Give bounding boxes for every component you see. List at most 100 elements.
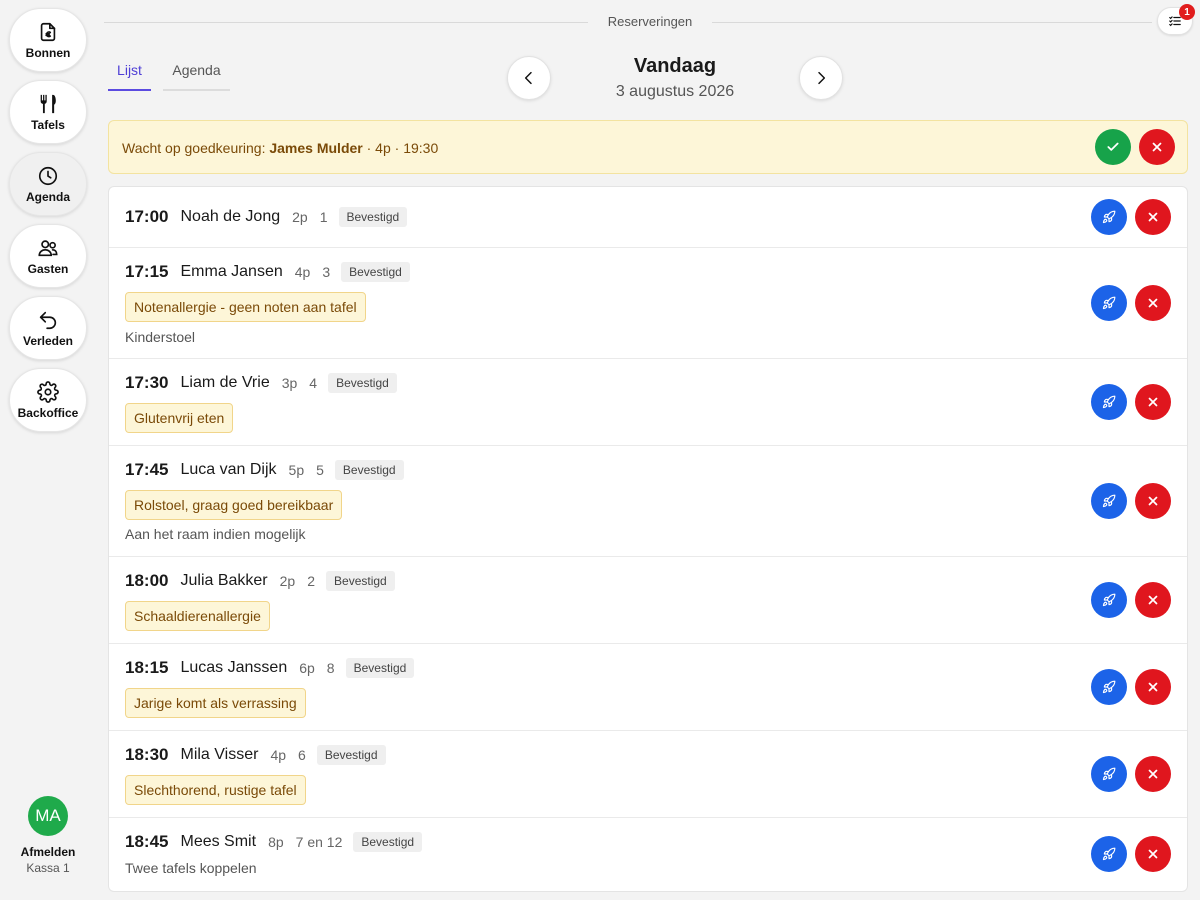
reservation-time: 18:30 [125, 745, 169, 764]
register-label: Kassa 1 [26, 861, 70, 875]
cancel-reservation-button[interactable] [1135, 285, 1171, 321]
rocket-icon [1102, 680, 1116, 694]
rocket-icon [1102, 593, 1116, 607]
party-size: 4p [270, 747, 287, 763]
seat-guest-button[interactable] [1091, 384, 1127, 420]
table-number: 7 en 12 [295, 834, 343, 850]
sidebar-item-bonnen[interactable]: Bonnen [9, 8, 87, 72]
seat-guest-button[interactable] [1091, 199, 1127, 235]
seat-guest-button[interactable] [1091, 285, 1127, 321]
cancel-reservation-button[interactable] [1135, 582, 1171, 618]
sidebar-item-label: Gasten [27, 261, 69, 276]
guest-name: Lucas Janssen [180, 659, 288, 676]
seat-guest-button[interactable] [1091, 669, 1127, 705]
rocket-icon [1102, 210, 1116, 224]
sidebar-item-label: Tafels [31, 117, 65, 132]
cancel-reservation-button[interactable] [1135, 199, 1171, 235]
reservation-main: 18:00 Julia Bakker 2p 2 Bevestigd [125, 571, 395, 591]
pending-approval-banner: Wacht op goedkeuring: James Mulder · 4p … [108, 120, 1188, 174]
pending-guest-name: James Mulder [269, 140, 363, 156]
cancel-reservation-button[interactable] [1135, 384, 1171, 420]
status-badge: Bevestigd [341, 262, 410, 282]
seat-guest-button[interactable] [1091, 483, 1127, 519]
rocket-icon [1102, 494, 1116, 508]
close-icon [1148, 769, 1158, 779]
previous-day-button[interactable] [507, 56, 551, 100]
sidebar-item-backoffice[interactable]: Backoffice [9, 368, 87, 432]
reservation-main: 18:30 Mila Visser 4p 6 Bevestigd [125, 745, 386, 765]
logout-link[interactable]: Afmelden [0, 845, 96, 859]
table-number: 6 [298, 747, 306, 763]
party-size: 8p [268, 834, 284, 850]
reservation-row[interactable]: 18:45 Mees Smit 8p 7 en 12 Bevestigd Twe… [109, 818, 1187, 891]
users-icon [38, 239, 58, 256]
reservation-row[interactable]: 18:00 Julia Bakker 2p 2 Bevestigd Schaal… [109, 557, 1187, 644]
notifications-button[interactable]: 1 [1157, 4, 1195, 35]
rocket-icon [1102, 296, 1116, 310]
status-badge: Bevestigd [326, 571, 395, 591]
sidebar-item-label: Agenda [25, 189, 70, 204]
pending-prefix: Wacht op goedkeuring: [122, 140, 266, 156]
reject-button[interactable] [1139, 129, 1175, 165]
undo-arrow-icon [39, 311, 57, 329]
seat-guest-button[interactable] [1091, 756, 1127, 792]
party-size: 2p [292, 209, 308, 225]
close-icon [1148, 397, 1158, 407]
seat-guest-button[interactable] [1091, 582, 1127, 618]
sidebar-item-gasten[interactable]: Gasten [9, 224, 87, 288]
date-label: 3 augustus 2026 [615, 83, 735, 100]
cancel-reservation-button[interactable] [1135, 756, 1171, 792]
status-badge: Bevestigd [345, 658, 415, 678]
guest-name: Mees Smit [180, 833, 257, 850]
reservation-time: 18:45 [125, 832, 169, 851]
approve-button[interactable] [1095, 129, 1131, 165]
reservation-time: 17:00 [125, 207, 169, 226]
reservation-row[interactable]: 18:15 Lucas Janssen 6p 8 Bevestigd Jarig… [109, 644, 1187, 731]
reservation-remark: Aan het raam indien mogelijk [125, 526, 306, 542]
reservation-time: 17:45 [125, 460, 169, 479]
seat-guest-button[interactable] [1091, 836, 1127, 872]
guest-name: Luca van Dijk [180, 461, 277, 478]
gear-icon [37, 380, 59, 403]
reservation-row[interactable]: 17:15 Emma Jansen 4p 3 Bevestigd Notenal… [109, 248, 1187, 359]
fork-knife-icon [40, 94, 56, 113]
reservation-main: 17:45 Luca van Dijk 5p 5 Bevestigd [125, 460, 404, 480]
reservation-row[interactable]: 17:45 Luca van Dijk 5p 5 Bevestigd Rolst… [109, 446, 1187, 557]
close-icon [1148, 849, 1158, 859]
reservation-row[interactable]: 18:30 Mila Visser 4p 6 Bevestigd Slechth… [109, 731, 1187, 818]
close-icon [1148, 595, 1158, 605]
reservation-time: 17:15 [125, 262, 169, 281]
sidebar-item-tafels[interactable]: Tafels [9, 80, 87, 144]
guest-name: Noah de Jong [180, 208, 281, 225]
pending-details: · 4p · 19:30 [366, 140, 439, 156]
reservation-note: Glutenvrij eten [125, 403, 234, 433]
rocket-icon [1102, 847, 1116, 861]
tab-agenda[interactable]: Agenda [163, 62, 230, 91]
guest-name: Emma Jansen [180, 263, 283, 280]
status-badge: Bevestigd [338, 207, 408, 227]
tab-lijst[interactable]: Lijst [108, 62, 151, 91]
avatar[interactable]: MA [28, 796, 68, 836]
status-badge: Bevestigd [334, 460, 404, 480]
cancel-reservation-button[interactable] [1135, 836, 1171, 872]
reservation-remark: Twee tafels koppelen [125, 860, 257, 876]
chevron-left-icon [524, 71, 532, 85]
cancel-reservation-button[interactable] [1135, 483, 1171, 519]
rocket-icon [1102, 767, 1116, 781]
party-size: 2p [279, 573, 296, 589]
reservation-row[interactable]: 17:00 Noah de Jong 2p 1 Bevestigd [109, 187, 1187, 248]
sidebar-item-agenda[interactable]: Agenda [9, 152, 87, 216]
header-divider-right [712, 22, 1152, 23]
table-number: 5 [316, 462, 324, 478]
party-size: 5p [288, 462, 305, 478]
next-day-button[interactable] [799, 56, 843, 100]
clock-icon [38, 166, 58, 185]
table-number: 2 [307, 573, 316, 589]
close-icon [1148, 682, 1158, 692]
header-divider-left [104, 22, 588, 23]
reservation-main: 18:45 Mees Smit 8p 7 en 12 Bevestigd [125, 832, 423, 852]
party-size: 3p [281, 375, 298, 391]
cancel-reservation-button[interactable] [1135, 669, 1171, 705]
sidebar-item-verleden[interactable]: Verleden [9, 296, 87, 360]
reservation-row[interactable]: 17:30 Liam de Vrie 3p 4 Bevestigd Gluten… [109, 359, 1187, 446]
